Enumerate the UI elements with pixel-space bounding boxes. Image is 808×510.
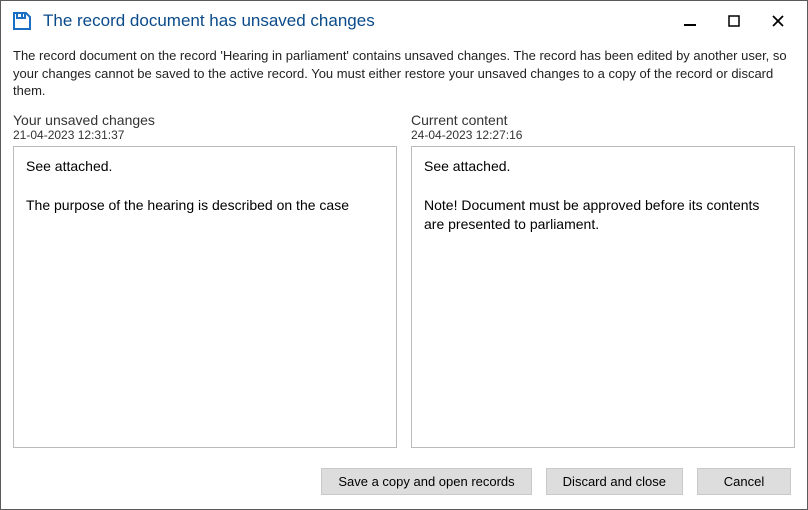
save-copy-button[interactable]: Save a copy and open records: [321, 468, 531, 495]
save-icon: [11, 10, 33, 32]
current-content-timestamp: 24-04-2023 12:27:16: [411, 128, 795, 142]
unsaved-changes-timestamp: 21-04-2023 12:31:37: [13, 128, 397, 142]
minimize-button[interactable]: [681, 12, 699, 30]
unsaved-changes-pane: Your unsaved changes 21-04-2023 12:31:37…: [13, 112, 397, 448]
dialog-description: The record document on the record 'Heari…: [13, 47, 795, 100]
window-controls: [681, 12, 797, 30]
maximize-button[interactable]: [725, 12, 743, 30]
cancel-button[interactable]: Cancel: [697, 468, 791, 495]
current-content-heading: Current content: [411, 112, 795, 128]
comparison-panes: Your unsaved changes 21-04-2023 12:31:37…: [13, 112, 795, 448]
current-content-pane: Current content 24-04-2023 12:27:16 See …: [411, 112, 795, 448]
dialog-content: The record document on the record 'Heari…: [1, 41, 807, 458]
titlebar: The record document has unsaved changes: [1, 1, 807, 41]
close-button[interactable]: [769, 12, 787, 30]
unsaved-changes-body: See attached. The purpose of the hearing…: [13, 146, 397, 448]
discard-button[interactable]: Discard and close: [546, 468, 683, 495]
unsaved-changes-heading: Your unsaved changes: [13, 112, 397, 128]
dialog-footer: Save a copy and open records Discard and…: [1, 458, 807, 509]
current-content-body: See attached. Note! Document must be app…: [411, 146, 795, 448]
window-title: The record document has unsaved changes: [43, 11, 681, 31]
